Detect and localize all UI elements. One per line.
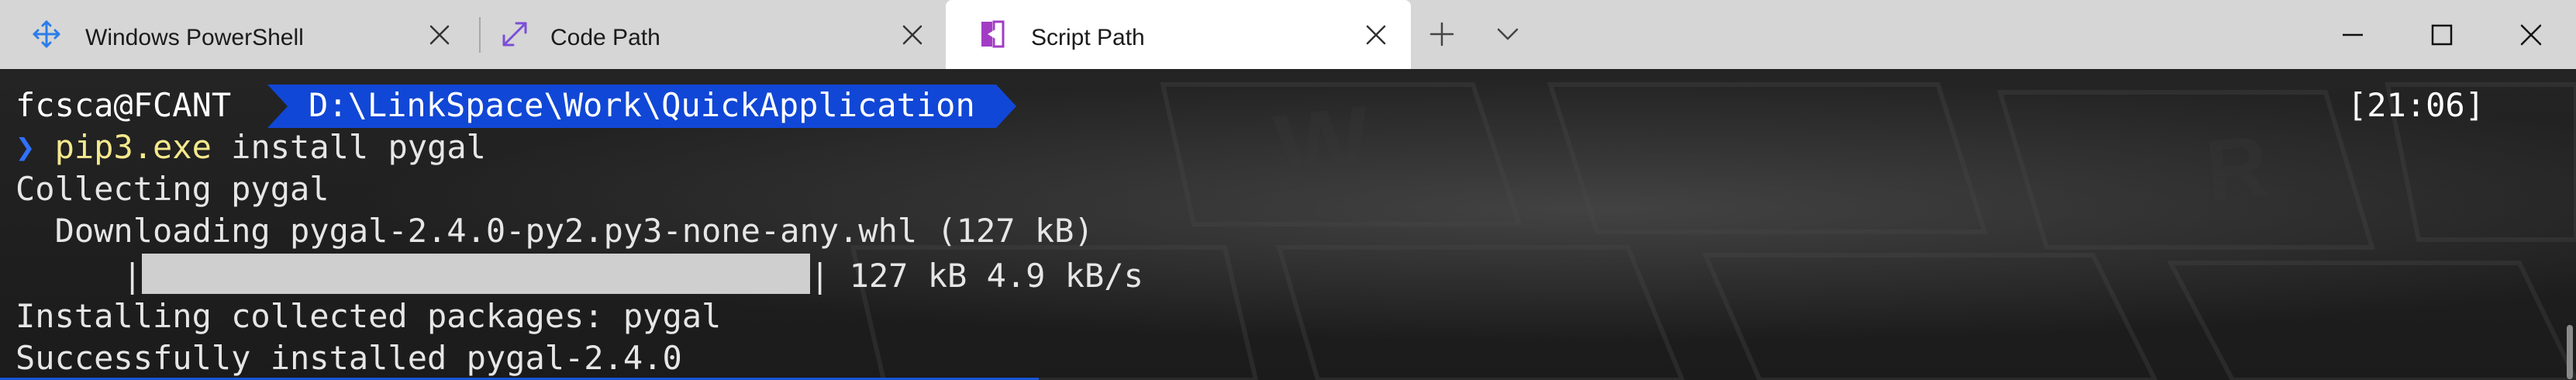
tab-title: Code Path: [550, 25, 660, 50]
close-tab-icon[interactable]: [899, 22, 926, 48]
output-downloading: Downloading pygal-2.4.0-py2.py3-none-any…: [16, 212, 1094, 250]
minimize-icon[interactable]: [2333, 16, 2372, 54]
tab-title: Script Path: [1031, 25, 1145, 50]
command-line: ❯ pip3.exe install pygal: [16, 126, 486, 168]
terminal-scrollbar[interactable]: [2567, 325, 2573, 379]
maximize-icon[interactable]: [2423, 16, 2461, 54]
prompt-chevron-icon: ❯: [16, 128, 36, 166]
download-progress-bar: [142, 254, 810, 294]
expand-arrows-icon: [502, 22, 527, 47]
svg-text:W: W: [1270, 85, 1377, 207]
close-tab-icon[interactable]: [426, 22, 453, 48]
terminal-pane[interactable]: W R fcsca@FCANT D:\LinkSpace\Work\QuickA…: [0, 69, 2576, 380]
download-progress-fill: [142, 254, 810, 294]
prompt-user: fcsca@FCANT: [16, 86, 232, 124]
plus-icon[interactable]: [1426, 19, 1457, 50]
prompt-time: [21:06]: [2347, 86, 2485, 124]
tab-bar: Windows PowerShell Code Path Script Path: [0, 0, 2576, 69]
prompt-path: D:\LinkSpace\Work\QuickApplication: [309, 86, 975, 124]
close-tab-icon[interactable]: [1363, 22, 1389, 48]
command-exe: pip3.exe: [54, 128, 212, 166]
close-icon[interactable]: [2512, 16, 2550, 54]
output-success: Successfully installed pygal-2.4.0: [16, 339, 682, 377]
progress-left-pipe: |: [122, 257, 143, 295]
tab-script-path[interactable]: Script Path: [946, 0, 1411, 69]
output-collecting: Collecting pygal: [16, 170, 329, 208]
tab-title: Windows PowerShell: [85, 25, 304, 50]
tab-code-path[interactable]: Code Path: [474, 0, 947, 69]
chevron-down-icon[interactable]: [1492, 19, 1523, 50]
move-arrows-icon: [33, 20, 60, 48]
progress-stats: | 127 kB 4.9 kB/s: [810, 257, 1143, 295]
command-args: install pygal: [211, 128, 486, 166]
tab-windows-powershell[interactable]: Windows PowerShell: [0, 0, 474, 69]
split-door-icon: [981, 20, 1005, 48]
output-installing: Installing collected packages: pygal: [16, 297, 722, 335]
svg-text:R: R: [2202, 118, 2273, 219]
